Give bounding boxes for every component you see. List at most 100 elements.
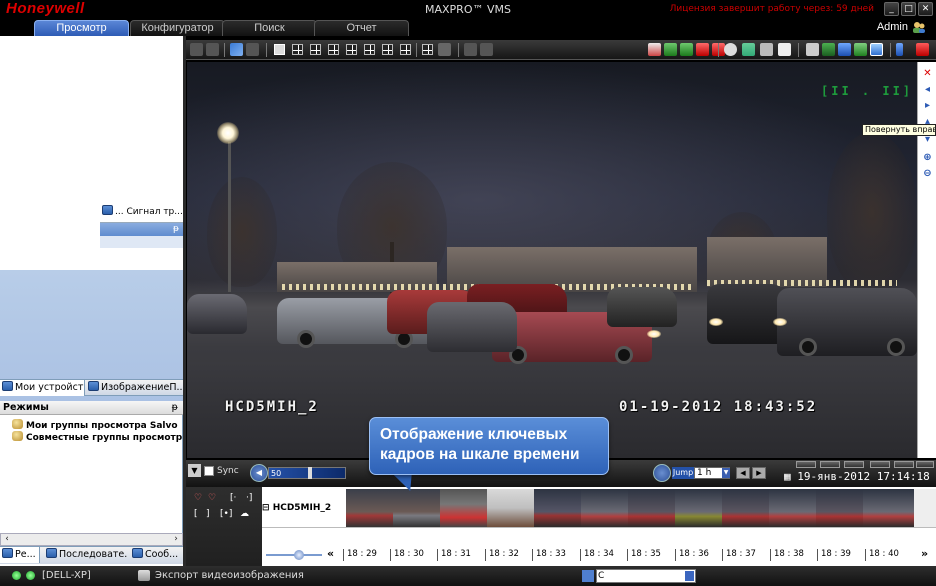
search-icon[interactable]	[582, 570, 594, 582]
fullscreen-icon[interactable]	[438, 43, 451, 56]
layout-1x1-icon[interactable]	[274, 44, 285, 55]
scroll-left-icon[interactable]: ‹	[1, 534, 13, 545]
network-icon[interactable]	[822, 43, 835, 56]
back-icon[interactable]	[190, 43, 203, 56]
search-button[interactable]	[685, 571, 694, 581]
pin-icon[interactable]: ᵽ	[173, 224, 179, 234]
alarm-icon[interactable]	[648, 43, 661, 56]
calendar-icon[interactable]: ▦	[784, 470, 791, 483]
layout-custom-icon[interactable]	[422, 44, 433, 55]
maximize-icon[interactable]: □	[901, 2, 916, 16]
undo-icon[interactable]	[230, 43, 243, 56]
date-time-field[interactable]: ▦ 19-янв-2012 17:14:18	[784, 470, 930, 483]
tab-images[interactable]: ИзображениеП...	[86, 380, 183, 396]
jump-back-icon[interactable]: ◀	[736, 467, 750, 479]
scroll-right-icon[interactable]: ›	[170, 534, 182, 545]
ptz-icon[interactable]	[664, 43, 677, 56]
layout-3x3-icon[interactable]	[328, 44, 339, 55]
forward-icon[interactable]	[206, 43, 219, 56]
pin-icon[interactable]: ᵽ	[172, 401, 178, 415]
date-step-icon[interactable]	[796, 461, 816, 468]
export-icon[interactable]	[138, 570, 150, 581]
monitor-icon[interactable]	[838, 43, 851, 56]
time-step-icon[interactable]	[894, 461, 914, 468]
sequence-icon[interactable]	[480, 43, 493, 56]
list-item[interactable]: Мои группы просмотра Salvo	[12, 419, 182, 431]
zoom-out-icon[interactable]: ⊖	[921, 168, 934, 180]
user-icon[interactable]	[912, 21, 926, 33]
layout-1plus5-icon[interactable]	[310, 44, 321, 55]
layout-4x3-icon[interactable]	[364, 44, 375, 55]
keyframe-thumbnail[interactable]	[628, 489, 675, 527]
sync-checkbox[interactable]	[204, 466, 214, 476]
tab-search[interactable]: Поиск	[222, 20, 317, 36]
tab-modes[interactable]: Ре...	[0, 547, 40, 563]
bracket-close-icon[interactable]: ]	[206, 509, 210, 519]
redo-icon[interactable]	[246, 43, 259, 56]
bookmark-icon[interactable]: ♡	[194, 493, 202, 503]
range-icon[interactable]: [•]	[220, 509, 232, 519]
close-all-icon[interactable]	[916, 43, 929, 56]
keyframe-thumbnail[interactable]	[863, 489, 914, 527]
mark-in-icon[interactable]: [·	[230, 493, 236, 503]
arrow-down-icon[interactable]	[896, 43, 903, 56]
grid-icon[interactable]	[806, 43, 819, 56]
tab-my-devices[interactable]: Мои устройства	[0, 380, 85, 396]
help-icon[interactable]	[870, 43, 883, 56]
keyframe-strip[interactable]	[346, 489, 914, 527]
timeline-next-icon[interactable]: »	[921, 547, 928, 560]
keyframe-thumbnail[interactable]	[487, 489, 534, 527]
play-icon[interactable]	[680, 43, 693, 56]
layout-2x2-icon[interactable]	[292, 44, 303, 55]
minimize-icon[interactable]: _	[884, 2, 899, 16]
pan-left-icon[interactable]: ◂	[921, 84, 934, 96]
export-clip-icon[interactable]: ☁	[240, 509, 249, 519]
keyframe-thumbnail[interactable]	[675, 489, 722, 527]
export-status[interactable]: Экспорт видеоизображения	[155, 570, 304, 581]
snapshot-icon[interactable]	[724, 43, 737, 56]
timeline-zoom-handle[interactable]	[294, 550, 304, 560]
list-item[interactable]: Совместные группы просмотра Salvo	[12, 431, 182, 443]
keyframe-thumbnail[interactable]	[722, 489, 769, 527]
date-step-icon[interactable]	[820, 461, 840, 468]
tab-configurator[interactable]: Конфигуратор	[130, 20, 225, 36]
close-icon[interactable]: ✕	[921, 68, 934, 80]
layout-1plus7-icon[interactable]	[346, 44, 357, 55]
signal-item[interactable]: ... Сигнал тр...	[100, 201, 183, 223]
speed-slider[interactable]: 50	[268, 467, 346, 479]
keyframe-thumbnail[interactable]	[393, 489, 440, 527]
bracket-open-icon[interactable]: [	[194, 509, 198, 519]
keyframe-thumbnail[interactable]	[534, 489, 581, 527]
tab-report[interactable]: Отчет	[314, 20, 409, 36]
print-icon[interactable]	[760, 43, 773, 56]
horizontal-scrollbar[interactable]: ‹ ›	[0, 533, 183, 546]
speed-slider-handle[interactable]	[308, 467, 312, 479]
record-icon[interactable]	[696, 43, 709, 56]
tab-messages[interactable]: Сооб...	[130, 547, 183, 563]
timeline-zoom-slider[interactable]	[266, 550, 322, 560]
speed-icon[interactable]: ◀	[250, 464, 268, 482]
user-name[interactable]: Admin	[877, 21, 908, 33]
date-step-icon[interactable]	[844, 461, 864, 468]
time-step-icon[interactable]	[870, 461, 890, 468]
close-icon[interactable]: ✕	[918, 2, 933, 16]
timeline-prev-icon[interactable]: «	[327, 547, 334, 560]
jump-icon[interactable]	[653, 464, 671, 482]
pan-right-icon[interactable]: ▸	[921, 100, 934, 112]
chevron-down-icon[interactable]: ▼	[722, 468, 730, 478]
jump-forward-icon[interactable]: ▶	[752, 467, 766, 479]
tab-view[interactable]: Просмотр	[34, 20, 129, 36]
keyframe-thumbnail[interactable]	[346, 489, 393, 527]
document-icon[interactable]	[778, 43, 791, 56]
salvo-icon[interactable]	[464, 43, 477, 56]
map-icon[interactable]	[854, 43, 867, 56]
layout-5x5-icon[interactable]	[400, 44, 411, 55]
keyframe-thumbnail[interactable]	[769, 489, 816, 527]
keyframe-thumbnail[interactable]	[581, 489, 628, 527]
search-input[interactable]: C	[596, 569, 696, 583]
video-pane[interactable]: [II . II] HCD5MIH_2 01-19-2012 18:43:52	[187, 62, 917, 458]
time-step-icon[interactable]	[916, 461, 934, 468]
collapse-icon[interactable]: ▼	[188, 464, 201, 477]
export-icon[interactable]	[742, 43, 755, 56]
mark-out-icon[interactable]: ·]	[246, 493, 252, 503]
